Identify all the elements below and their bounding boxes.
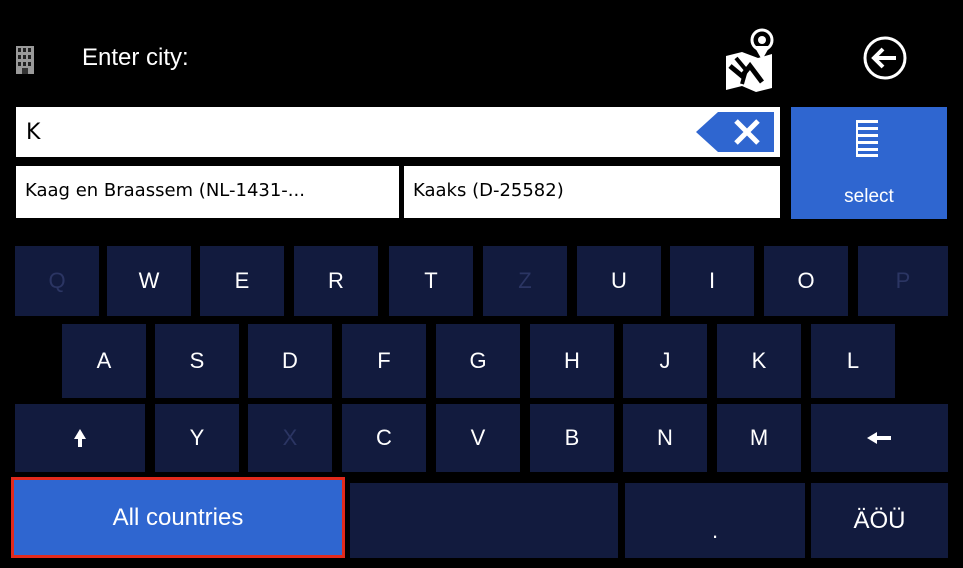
- key-a[interactable]: A: [62, 324, 146, 398]
- key-label: J: [659, 348, 671, 373]
- key-label: H: [564, 348, 580, 373]
- shift-key[interactable]: [15, 404, 145, 472]
- page-title: Enter city:: [82, 44, 189, 71]
- key-label: Y: [189, 425, 205, 450]
- space-key[interactable]: [350, 483, 618, 558]
- key-n[interactable]: N: [623, 404, 707, 472]
- key-t[interactable]: T: [389, 246, 473, 316]
- key-i[interactable]: I: [670, 246, 754, 316]
- key-label: Q: [48, 268, 66, 293]
- city-search-input[interactable]: [16, 107, 696, 157]
- key-x: X: [248, 404, 332, 472]
- key-label: X: [282, 425, 298, 450]
- select-label: select: [844, 186, 894, 207]
- key-w[interactable]: W: [107, 246, 191, 316]
- key-label: P: [895, 268, 911, 293]
- key-z: Z: [483, 246, 567, 316]
- umlaut-key[interactable]: ÄÖÜ: [811, 483, 948, 558]
- key-label: V: [470, 425, 486, 450]
- backspace-key[interactable]: [811, 404, 948, 472]
- key-g[interactable]: G: [436, 324, 520, 398]
- key-label: I: [708, 268, 716, 293]
- key-label: Z: [518, 268, 532, 293]
- clear-input-icon[interactable]: [696, 112, 774, 152]
- key-label: C: [376, 425, 392, 450]
- key-label: ÄÖÜ: [853, 507, 906, 534]
- key-label: G: [469, 348, 487, 373]
- key-label: K: [751, 348, 767, 373]
- key-o[interactable]: O: [764, 246, 848, 316]
- key-label: E: [234, 268, 250, 293]
- key-f[interactable]: F: [342, 324, 426, 398]
- key-q: Q: [15, 246, 99, 316]
- key-b[interactable]: B: [530, 404, 614, 472]
- key-p: P: [858, 246, 948, 316]
- key-d[interactable]: D: [248, 324, 332, 398]
- building-icon: [16, 46, 34, 74]
- key-m[interactable]: M: [717, 404, 801, 472]
- key-k[interactable]: K: [717, 324, 801, 398]
- key-label: L: [846, 348, 860, 373]
- back-arrow-icon[interactable]: [862, 35, 908, 81]
- key-y[interactable]: Y: [155, 404, 239, 472]
- backspace-icon: [867, 432, 891, 444]
- period-key[interactable]: .: [625, 483, 805, 558]
- key-label: O: [797, 268, 815, 293]
- key-label: S: [189, 348, 205, 373]
- key-label: D: [282, 348, 298, 373]
- key-label: W: [138, 268, 160, 293]
- key-j[interactable]: J: [623, 324, 707, 398]
- key-label: .: [711, 518, 719, 543]
- key-label: M: [749, 425, 769, 450]
- key-s[interactable]: S: [155, 324, 239, 398]
- key-r[interactable]: R: [294, 246, 378, 316]
- suggestion-item[interactable]: Kaag en Braassem (NL-1431-...: [16, 166, 399, 218]
- key-label: N: [657, 425, 673, 450]
- key-label: U: [611, 268, 627, 293]
- key-label: F: [377, 348, 391, 373]
- key-l[interactable]: L: [811, 324, 895, 398]
- key-u[interactable]: U: [577, 246, 661, 316]
- all-countries-button[interactable]: All countries: [11, 477, 345, 558]
- key-e[interactable]: E: [200, 246, 284, 316]
- key-label: T: [424, 268, 438, 293]
- key-label: R: [328, 268, 344, 293]
- key-label: A: [96, 348, 112, 373]
- suggestion-item[interactable]: Kaaks (D-25582): [404, 166, 780, 218]
- map-pin-icon[interactable]: [722, 26, 778, 92]
- key-v[interactable]: V: [436, 404, 520, 472]
- list-icon: [856, 120, 878, 157]
- key-h[interactable]: H: [530, 324, 614, 398]
- key-c[interactable]: C: [342, 404, 426, 472]
- shift-icon: [74, 429, 86, 447]
- key-label: B: [564, 425, 580, 450]
